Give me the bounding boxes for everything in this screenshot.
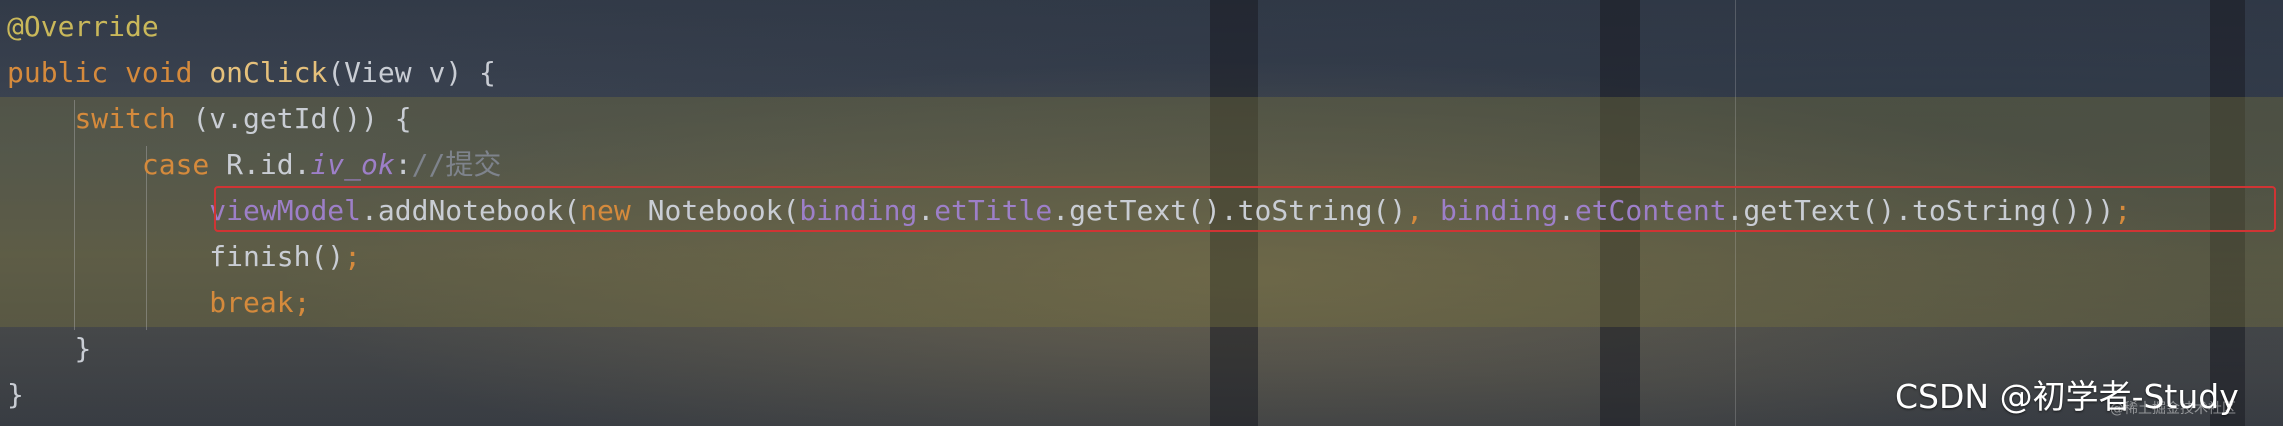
code-token: case xyxy=(141,148,227,181)
code-token: void xyxy=(125,56,210,89)
code-token: } xyxy=(7,378,24,411)
code-token: @Override xyxy=(7,10,159,43)
code-token: public xyxy=(7,56,126,89)
code-token: finish() xyxy=(209,240,345,273)
code-token: iv_ok xyxy=(310,148,395,181)
code-token: //提交 xyxy=(411,148,502,181)
code-token: break xyxy=(209,286,294,319)
code-token: (View v) { xyxy=(327,56,496,89)
code-token: : xyxy=(394,148,412,181)
code-line[interactable]: } xyxy=(7,372,2131,418)
code-token: switch xyxy=(74,102,193,135)
code-line[interactable]: switch (v.getId()) { xyxy=(7,96,2131,142)
code-token: (v.getId()) { xyxy=(192,102,412,135)
code-token: } xyxy=(74,332,92,365)
code-token: ; xyxy=(344,240,362,273)
highlighted-line-box xyxy=(214,186,2276,232)
code-line[interactable]: finish(); xyxy=(7,234,2131,280)
code-token: R.id. xyxy=(226,148,311,181)
code-line[interactable]: } xyxy=(7,326,2131,372)
code-token: onClick xyxy=(209,56,328,89)
code-line[interactable]: break; xyxy=(7,280,2131,326)
code-line[interactable]: case R.id.iv_ok://提交 xyxy=(7,142,2131,188)
code-token: ; xyxy=(293,286,311,319)
code-line[interactable]: public void onClick(View v) { xyxy=(7,50,2131,96)
code-line[interactable]: @Override xyxy=(7,4,2131,50)
watermark-sub: @稀土掘金技术社区 xyxy=(2110,401,2236,417)
